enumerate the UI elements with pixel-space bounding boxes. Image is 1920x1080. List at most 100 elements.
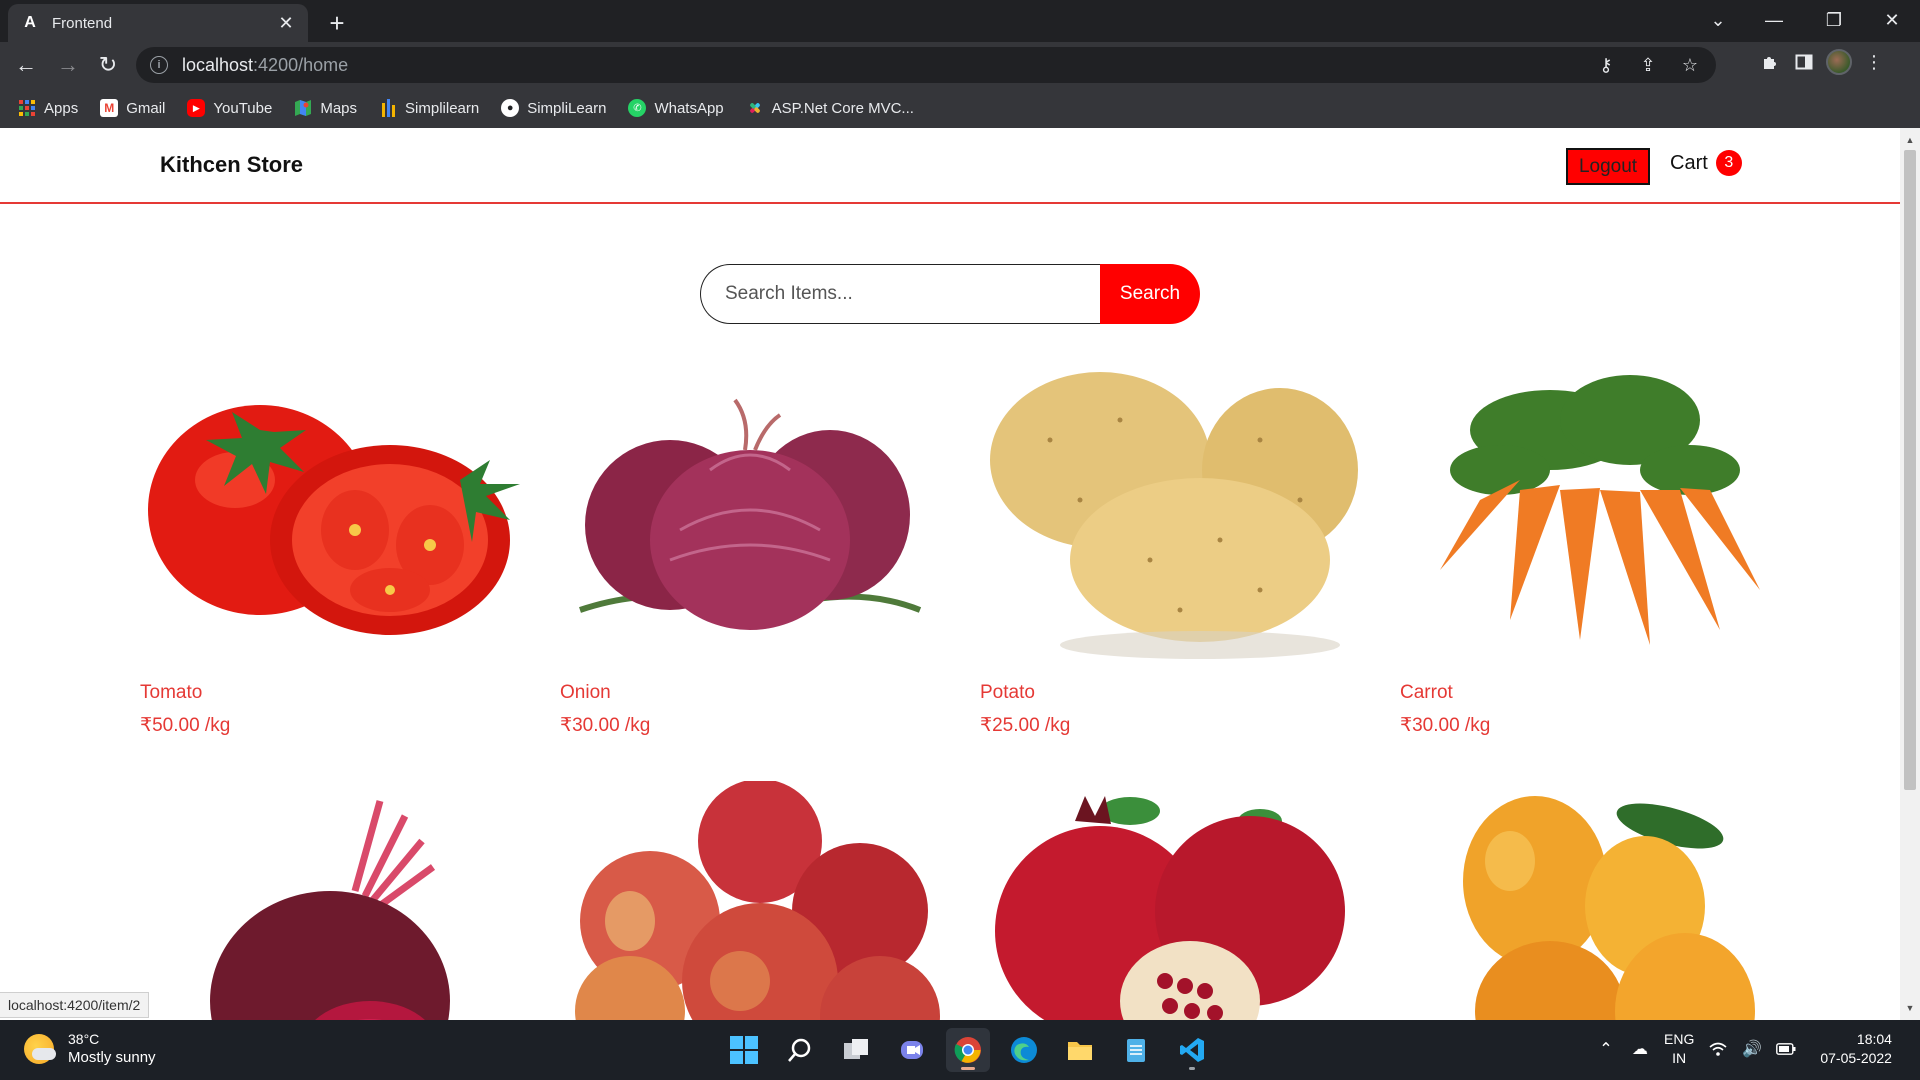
angular-favicon-icon: A [24, 14, 36, 31]
slack-icon [746, 99, 764, 117]
taskbar-apps [722, 1028, 1214, 1072]
url-text: localhost:4200/home [182, 54, 349, 75]
wifi-icon[interactable] [1708, 1041, 1728, 1057]
bookmark-aspnet-core-mvc[interactable]: ASP.Net Core MVC... [746, 99, 914, 117]
site-info-icon[interactable]: i [150, 56, 168, 74]
potato-image[interactable] [980, 360, 1360, 660]
store-brand[interactable]: Kithcen Store [160, 152, 303, 178]
apple-image[interactable] [560, 781, 940, 1020]
show-hidden-icons-icon[interactable]: ⌃ [1596, 1039, 1616, 1059]
product-card-apple[interactable] [560, 781, 940, 1020]
store-navbar: Kithcen Store Logout Cart 3 [0, 128, 1900, 204]
github-icon: ● [501, 99, 520, 117]
browser-toolbar: ← → ↻ i localhost:4200/home ⚷ ⇪ ☆ ⋮ [0, 42, 1920, 88]
bookmark-label: Maps [320, 99, 358, 117]
close-window-icon[interactable]: ✕ [1864, 0, 1920, 40]
weather-condition: Mostly sunny [68, 1049, 156, 1066]
clock-date: 07-05-2022 [1820, 1050, 1892, 1066]
product-name[interactable]: Onion [560, 682, 940, 704]
product-name[interactable]: Carrot [1400, 682, 1780, 704]
bookmark-simplilearn[interactable]: Simplilearn [379, 99, 479, 117]
gmail-icon: M [100, 99, 119, 117]
onedrive-cloud-icon[interactable]: ☁ [1630, 1039, 1650, 1059]
carrot-image[interactable] [1400, 360, 1780, 660]
search-icon[interactable] [778, 1028, 822, 1072]
edge-icon[interactable] [1002, 1028, 1046, 1072]
mango-image[interactable] [1400, 781, 1780, 1020]
scroll-up-icon[interactable]: ▲ [1900, 132, 1920, 148]
product-name[interactable]: Tomato [140, 682, 520, 704]
bookmark-youtube[interactable]: ▶ YouTube [187, 99, 272, 117]
page-scrollbar[interactable]: ▲ ▼ [1900, 128, 1920, 1020]
side-panel-icon[interactable] [1792, 50, 1816, 74]
system-tray: ⌃ ☁ ENG IN 🔊 18:04 07-05-2022 [1596, 1030, 1892, 1068]
scrollbar-thumb[interactable] [1904, 150, 1916, 790]
youtube-icon: ▶ [187, 99, 206, 117]
windows-start-icon[interactable] [722, 1028, 766, 1072]
region-code: IN [1672, 1050, 1687, 1066]
weather-widget[interactable]: 38°C Mostly sunny [24, 1030, 156, 1068]
new-tab-icon[interactable]: + [322, 8, 352, 38]
bookmark-gmail[interactable]: M Gmail [100, 99, 165, 117]
vscode-icon[interactable] [1170, 1028, 1214, 1072]
search-input[interactable] [700, 264, 1100, 324]
share-icon[interactable]: ⇪ [1636, 53, 1660, 77]
forward-icon[interactable]: → [52, 49, 84, 81]
bookmark-github-simplilearn[interactable]: ● SimpliLearn [501, 99, 606, 117]
bookmark-label: Apps [44, 99, 79, 117]
minimize-icon[interactable]: — [1746, 0, 1802, 40]
language-indicator[interactable]: ENG IN [1664, 1030, 1694, 1068]
bookmark-maps[interactable]: Maps [294, 99, 357, 117]
simplilearn-icon [379, 99, 397, 117]
browser-tab[interactable]: A Frontend ✕ [8, 4, 308, 42]
battery-icon[interactable] [1776, 1043, 1796, 1055]
product-name[interactable]: Potato [980, 682, 1360, 704]
task-view-icon[interactable] [834, 1028, 878, 1072]
file-explorer-icon[interactable] [1058, 1028, 1102, 1072]
notepad-icon[interactable] [1114, 1028, 1158, 1072]
product-grid: Tomato ₹50.00 /kg Onion ₹30.00 /kg Potat… [140, 360, 1820, 1020]
product-card-potato[interactable]: Potato ₹25.00 /kg [980, 360, 1360, 737]
product-card-beetroot[interactable] [140, 781, 520, 1020]
weather-sun-icon [24, 1034, 56, 1064]
address-bar[interactable]: i localhost:4200/home ⚷ ⇪ ☆ [136, 47, 1716, 83]
chrome-icon[interactable] [946, 1028, 990, 1072]
bookmark-label: Gmail [126, 99, 166, 117]
bookmark-whatsapp[interactable]: ✆ WhatsApp [628, 99, 724, 117]
bookmark-star-icon[interactable]: ☆ [1678, 53, 1702, 77]
chrome-menu-icon[interactable]: ⋮ [1862, 50, 1886, 74]
password-key-icon[interactable]: ⚷ [1594, 53, 1618, 77]
bookmark-label: ASP.Net Core MVC... [771, 99, 914, 117]
product-card-carrot[interactable]: Carrot ₹30.00 /kg [1400, 360, 1780, 737]
bookmark-apps[interactable]: Apps [18, 99, 78, 117]
reload-icon[interactable]: ↻ [92, 49, 124, 81]
product-card-pomegranate[interactable] [980, 781, 1360, 1020]
search-button[interactable]: Search [1100, 264, 1200, 324]
teams-chat-icon[interactable] [890, 1028, 934, 1072]
restore-icon[interactable]: ❐ [1806, 0, 1862, 40]
tomato-image[interactable] [140, 360, 520, 660]
cart-label: Cart [1670, 151, 1708, 174]
scroll-down-icon[interactable]: ▼ [1900, 1000, 1920, 1016]
beetroot-image[interactable] [140, 781, 520, 1020]
maps-icon [294, 99, 312, 117]
apps-grid-icon [18, 99, 36, 117]
clock[interactable]: 18:04 07-05-2022 [1820, 1030, 1892, 1068]
cart-count-badge: 3 [1715, 150, 1742, 176]
language-code: ENG [1664, 1031, 1695, 1047]
profile-avatar[interactable] [1826, 49, 1852, 75]
logout-button[interactable]: Logout [1566, 148, 1650, 185]
tab-search-icon[interactable]: ⌄ [1690, 0, 1746, 40]
extensions-puzzle-icon[interactable] [1758, 50, 1782, 74]
cart-link[interactable]: Cart 3 [1670, 150, 1742, 176]
product-card-onion[interactable]: Onion ₹30.00 /kg [560, 360, 940, 737]
link-status-bubble: localhost:4200/item/2 [0, 992, 150, 1018]
bookmark-label: Simplilearn [405, 99, 480, 117]
back-icon[interactable]: ← [10, 49, 42, 81]
onion-image[interactable] [560, 360, 940, 660]
product-card-mango[interactable] [1400, 781, 1780, 1020]
volume-icon[interactable]: 🔊 [1742, 1039, 1762, 1059]
pomegranate-image[interactable] [980, 781, 1360, 1020]
tab-close-icon[interactable]: ✕ [276, 13, 296, 33]
product-card-tomato[interactable]: Tomato ₹50.00 /kg [140, 360, 520, 737]
